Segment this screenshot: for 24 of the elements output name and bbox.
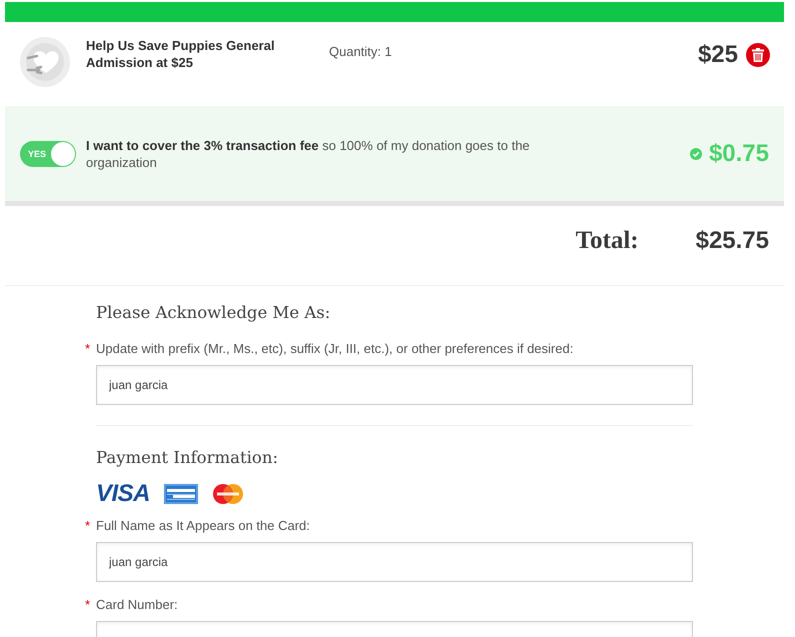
check-circle-icon: [690, 148, 702, 160]
fee-amount: $0.75: [708, 138, 769, 168]
mastercard-icon: [212, 484, 244, 504]
section-heading: Payment Information:: [96, 447, 280, 469]
required-mark: *: [85, 341, 90, 356]
fee-description: I want to cover the 3% transaction fee so 100% of my donation goes to the organization: [86, 136, 531, 170]
input-field[interactable]: juan garcia: [96, 542, 693, 582]
delete-button[interactable]: [746, 43, 770, 67]
trash-icon: [751, 48, 765, 62]
heart-hands-icon: [20, 37, 70, 87]
total-label: Total:: [576, 226, 639, 254]
input-field[interactable]: juan garcia: [96, 365, 693, 405]
field-label: Full Name as It Appears on the Card:: [96, 517, 310, 534]
visa-logo: VISA: [96, 483, 150, 505]
field-label: Card Number:: [96, 596, 178, 613]
field-label: Update with prefix (Mr., Ms., etc), suffix (Jr, III, etc.), or other preferences if desired:: [96, 340, 574, 357]
section-heading: Please Acknowledge Me As:: [96, 302, 332, 324]
item-title: Help Us Save Puppies General Admission at $25: [86, 37, 276, 71]
total-amount: $25.75: [696, 226, 769, 254]
item-price: $25: [698, 40, 738, 70]
required-mark: *: [85, 518, 90, 533]
item-quantity: Quantity: 1: [329, 43, 392, 60]
amex-card-icon: [164, 484, 198, 504]
required-mark: *: [85, 597, 90, 612]
